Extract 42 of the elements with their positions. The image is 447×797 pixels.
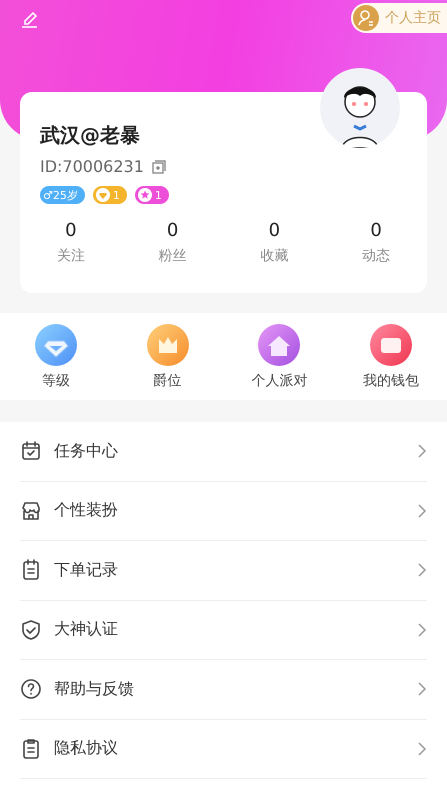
chevron-right-icon: [417, 444, 427, 458]
menu-item[interactable]: 任务中心: [20, 422, 427, 482]
chevron-right-icon: [417, 622, 427, 637]
stat-value: 0: [370, 220, 382, 241]
level-badge: 1: [92, 186, 127, 204]
user-name: 武汉@老暴: [40, 122, 141, 149]
shield-check-icon: [20, 618, 42, 641]
document-list-icon: [20, 738, 42, 760]
stat-label[interactable]: 动态: [362, 247, 390, 265]
menu-item[interactable]: 下单记录: [20, 541, 427, 600]
stat-value: 0: [65, 220, 77, 241]
user-id: ID:70006231: [40, 157, 144, 176]
menu-item[interactable]: 隐私协议: [20, 720, 427, 779]
copy-icon[interactable]: [152, 160, 166, 174]
clipboard-icon: [20, 559, 42, 582]
level-badge: 1: [134, 186, 169, 204]
stat-value: 0: [268, 220, 280, 241]
chevron-right-icon: [417, 563, 427, 578]
shortcut-label[interactable]: 爵位: [154, 372, 182, 390]
chevron-right-icon: [417, 682, 427, 696]
menu-item[interactable]: 帮助与反馈: [20, 660, 427, 720]
stat-label[interactable]: 收藏: [260, 247, 288, 265]
wallet-icon[interactable]: [370, 324, 412, 366]
chevron-right-icon: [417, 742, 427, 756]
stat-label[interactable]: 关注: [56, 247, 85, 265]
gem-icon: [96, 188, 110, 202]
shortcut-label[interactable]: 个人派对: [251, 372, 308, 390]
shortcut-label[interactable]: 等级: [42, 372, 70, 390]
help-icon: [20, 678, 42, 700]
crown-icon[interactable]: [146, 324, 189, 366]
stat-value: 0: [166, 220, 178, 241]
menu-item[interactable]: 大神认证: [20, 600, 427, 660]
user-icon: [353, 5, 379, 31]
chevron-right-icon: [417, 504, 427, 518]
age-badge: ♂25岁: [40, 186, 85, 204]
stat-label[interactable]: 粉丝: [158, 247, 187, 265]
star-icon: [138, 188, 152, 202]
shortcut-label[interactable]: 我的钱包: [363, 372, 420, 390]
store-icon: [20, 500, 42, 522]
menu-item[interactable]: 个性装扮: [20, 482, 427, 541]
house-icon[interactable]: [258, 324, 300, 366]
calendar-check-icon: [20, 440, 42, 462]
